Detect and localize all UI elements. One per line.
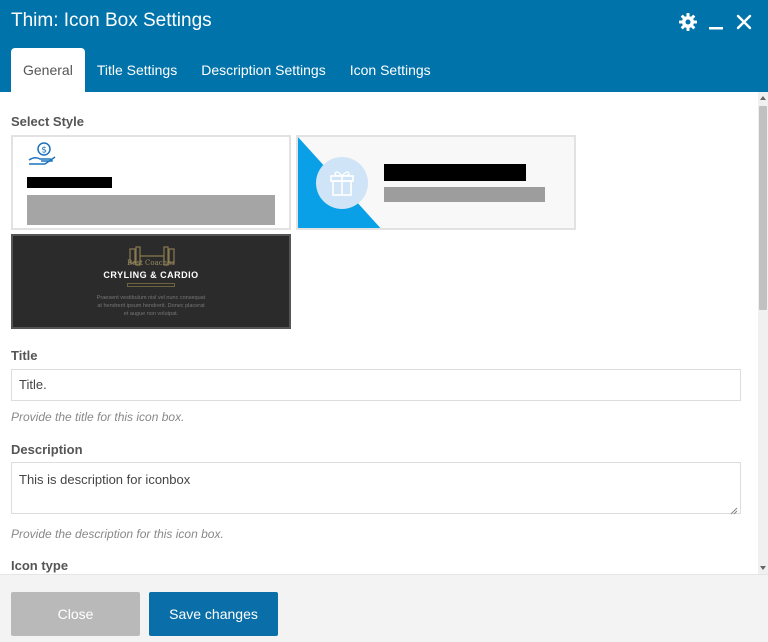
settings-panel: Select Style $ Best Coaches CRYLING & CA…: [0, 92, 758, 574]
dialog-footer: Close Save changes: [0, 574, 768, 642]
scroll-down-arrow-icon[interactable]: [760, 566, 766, 570]
scrollbar[interactable]: [758, 92, 768, 574]
tab-general[interactable]: General: [11, 48, 85, 92]
style-option-2[interactable]: [296, 135, 576, 230]
minimize-icon[interactable]: [706, 12, 726, 32]
title-help-text: Provide the title for this icon box.: [11, 410, 185, 424]
style-3-text-line-1: Praesent vestibulum nisl vel nunc conseq…: [96, 295, 206, 301]
close-button[interactable]: Close: [11, 592, 140, 636]
title-input[interactable]: Title.: [11, 369, 741, 401]
dialog-title: Thim: Icon Box Settings: [11, 10, 212, 31]
tab-description-settings[interactable]: Description Settings: [189, 48, 338, 92]
scrollbar-thumb[interactable]: [759, 106, 767, 310]
save-changes-button[interactable]: Save changes: [149, 592, 278, 636]
resize-handle-icon[interactable]: [730, 503, 738, 515]
money-hand-icon: $: [27, 141, 57, 172]
gear-icon[interactable]: [678, 12, 698, 32]
title-label: Title: [11, 348, 38, 363]
description-textarea[interactable]: This is description for iconbox: [11, 462, 741, 515]
gift-icon: [315, 156, 369, 215]
select-style-label: Select Style: [11, 114, 84, 129]
style-3-heading: CRYLING & CARDIO: [103, 270, 199, 280]
style-option-3[interactable]: Best Coaches CRYLING & CARDIO Praesent v…: [11, 234, 291, 329]
icon-type-label: Icon type: [11, 558, 69, 573]
style-1-desc-bar: [27, 195, 275, 225]
description-value: This is description for iconbox: [19, 472, 191, 487]
style-1-title-bar: [27, 177, 112, 188]
style-2-title-bar: [384, 164, 526, 181]
style-3-text-line-2: at hendrerit ipsum hendrerit. Donec plac…: [97, 303, 205, 309]
style-3-text-line-3: et augue non volutpat.: [123, 311, 179, 317]
tab-icon-settings[interactable]: Icon Settings: [338, 48, 443, 92]
dialog-header: Thim: Icon Box Settings General Title Se…: [0, 0, 768, 92]
scroll-up-arrow-icon[interactable]: [760, 96, 766, 100]
svg-text:$: $: [41, 146, 47, 156]
header-controls: [678, 12, 754, 32]
style-option-1[interactable]: $: [11, 135, 291, 230]
tab-bar: General Title Settings Description Setti…: [11, 48, 443, 92]
close-icon[interactable]: [734, 12, 754, 32]
style-2-desc-bar: [384, 187, 545, 202]
description-help-text: Provide the description for this icon bo…: [11, 527, 224, 541]
tab-title-settings[interactable]: Title Settings: [85, 48, 189, 92]
style-3-subheading: Best Coaches: [127, 259, 175, 267]
description-label: Description: [11, 442, 83, 457]
style-3-underline: [127, 283, 175, 287]
